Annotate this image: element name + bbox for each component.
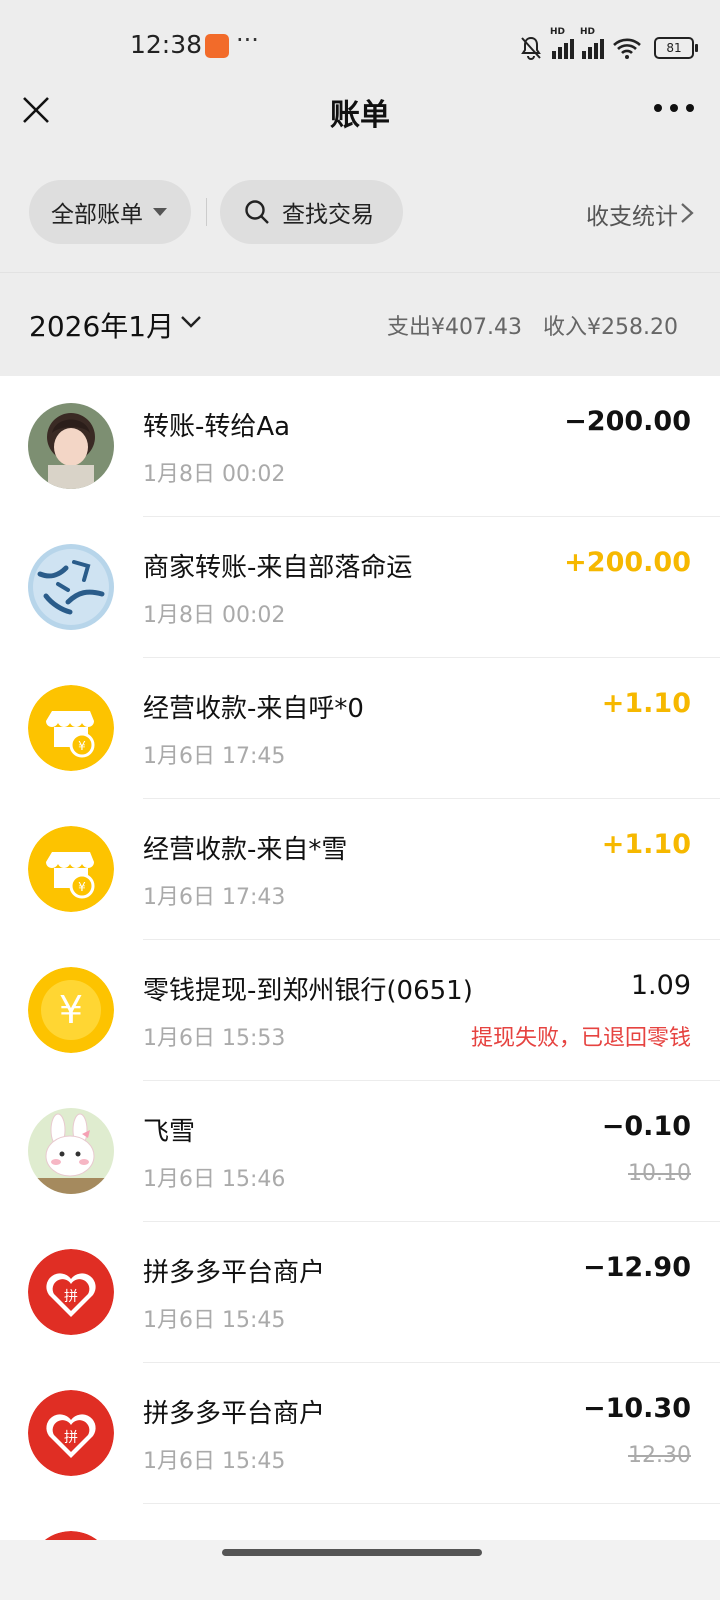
transaction-title: 拼多多平台商户 xyxy=(143,1258,326,1288)
chevron-right-icon[interactable] xyxy=(680,202,694,224)
chevron-down-icon[interactable] xyxy=(180,315,202,329)
transaction-time: 1月6日 15:45 xyxy=(143,1449,286,1474)
transaction-title: 商家转账-来自部落命运 xyxy=(143,553,413,583)
transaction-title: 经营收款-来自呼*0 xyxy=(143,694,364,724)
more-options-icon[interactable] xyxy=(654,100,694,116)
svg-text:拼: 拼 xyxy=(64,1289,78,1305)
transaction-time: 1月6日 15:46 xyxy=(143,1167,286,1192)
svg-text:¥: ¥ xyxy=(78,739,86,753)
transaction-list: 转账-转给Aa 1月8日 00:02 −200.00 商家转账-来自部落命运 1… xyxy=(0,376,720,1600)
original-amount: 10.10 xyxy=(628,1161,691,1186)
signal-strength-icon: HD xyxy=(550,27,574,59)
signal-strength-icon: HD xyxy=(580,27,604,59)
transaction-row[interactable]: 飞雪 1月6日 15:46 −0.10 10.10 xyxy=(0,1081,720,1222)
pinduoduo-icon: 拼 xyxy=(28,1249,114,1335)
transaction-amount: −200.00 xyxy=(564,406,691,437)
transaction-amount: +1.10 xyxy=(601,829,691,860)
anime-girl-avatar xyxy=(28,403,114,489)
transaction-time: 1月8日 00:02 xyxy=(143,603,286,628)
cartoon-bunny-avatar xyxy=(28,1108,114,1194)
status-time: 12:38 xyxy=(130,30,203,59)
transaction-time: 1月6日 17:45 xyxy=(143,744,286,769)
transaction-amount: −10.30 xyxy=(582,1393,691,1424)
caret-down-icon xyxy=(153,208,167,216)
transaction-time: 1月6日 15:45 xyxy=(143,1308,286,1333)
yuan-coin-icon: ¥ xyxy=(28,967,114,1053)
transaction-time: 1月6日 17:43 xyxy=(143,885,286,910)
svg-text:拼: 拼 xyxy=(64,1430,78,1446)
transaction-title: 零钱提现-到郑州银行(0651) xyxy=(143,976,473,1006)
transaction-title: 拼多多平台商户 xyxy=(143,1399,326,1429)
transaction-time: 1月8日 00:02 xyxy=(143,462,286,487)
transaction-row[interactable]: ¥ 经营收款-来自*雪 1月6日 17:43 +1.10 xyxy=(0,799,720,940)
navigation-bar: 账单 xyxy=(0,72,720,152)
transaction-row[interactable]: 拼 拼多多平台商户 1月6日 15:45 −12.90 xyxy=(0,1222,720,1363)
income-expense-stats-link[interactable]: 收支统计 xyxy=(586,197,678,231)
page-title: 账单 xyxy=(330,98,390,133)
transaction-amount: +1.10 xyxy=(601,688,691,719)
svg-text:¥: ¥ xyxy=(78,880,86,894)
bell-muted-icon xyxy=(521,36,541,60)
month-summary-bar: 2026年1月 支出¥407.43 收入¥258.20 xyxy=(0,272,720,377)
month-selector[interactable]: 2026年1月 xyxy=(29,305,174,345)
transaction-title: 经营收款-来自*雪 xyxy=(143,835,348,865)
filter-bar: 全部账单 查找交易 收支统计 xyxy=(0,180,720,244)
transaction-amount: 1.09 xyxy=(630,970,691,1001)
shop-icon: ¥ xyxy=(28,826,114,912)
transaction-row[interactable]: 拼 拼多多平台商户 1月6日 15:45 −10.30 12.30 xyxy=(0,1363,720,1504)
divider xyxy=(206,198,207,226)
transaction-amount: −0.10 xyxy=(601,1111,691,1142)
all-bills-label: 全部账单 xyxy=(51,202,143,228)
notification-app-icon xyxy=(205,34,229,58)
transaction-row[interactable]: ¥ 经营收款-来自呼*0 1月6日 17:45 +1.10 xyxy=(0,658,720,799)
transaction-amount: −12.90 xyxy=(582,1252,691,1283)
transaction-row[interactable]: ¥ 零钱提现-到郑州银行(0651) 1月6日 15:53 1.09 提现失败，… xyxy=(0,940,720,1081)
search-icon xyxy=(245,200,269,224)
original-amount: 12.30 xyxy=(628,1443,691,1468)
income-total: 收入¥258.20 xyxy=(543,315,678,340)
transaction-title: 转账-转给Aa xyxy=(143,412,291,442)
transaction-time: 1月6日 15:53 xyxy=(143,1026,286,1051)
withdrawal-failed-note: 提现失败，已退回零钱 xyxy=(470,1026,691,1051)
more-notifications-icon: ··· xyxy=(236,26,259,54)
transaction-row[interactable]: 转账-转给Aa 1月8日 00:02 −200.00 xyxy=(0,376,720,517)
transaction-row[interactable]: 商家转账-来自部落命运 1月8日 00:02 +200.00 xyxy=(0,517,720,658)
wifi-icon xyxy=(613,38,641,59)
battery-icon: 81 xyxy=(654,37,698,59)
status-indicators: HD HD 81 xyxy=(518,27,698,62)
transaction-amount: +200.00 xyxy=(564,547,691,578)
all-bills-dropdown[interactable]: 全部账单 xyxy=(29,180,191,244)
expense-total: 支出¥407.43 xyxy=(387,315,523,340)
game-logo-avatar xyxy=(28,544,114,630)
svg-text:¥: ¥ xyxy=(59,988,83,1032)
search-label: 查找交易 xyxy=(282,202,374,228)
search-transactions-button[interactable]: 查找交易 xyxy=(220,180,403,244)
pinduoduo-icon: 拼 xyxy=(28,1390,114,1476)
shop-icon: ¥ xyxy=(28,685,114,771)
home-indicator[interactable] xyxy=(222,1549,482,1556)
transaction-title: 飞雪 xyxy=(143,1117,196,1147)
month-totals: 支出¥407.43 收入¥258.20 xyxy=(387,309,678,341)
